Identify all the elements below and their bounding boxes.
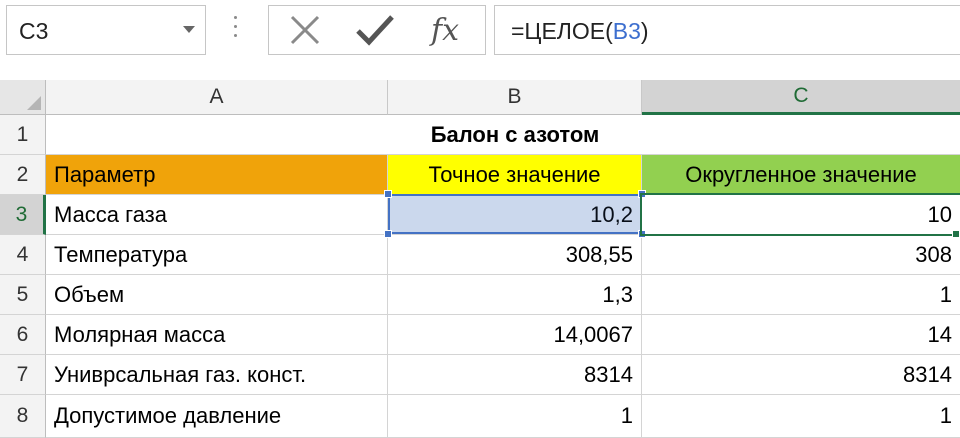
cell-a5[interactable]: Объем [46,275,388,315]
cell-a8[interactable]: Допустимое давление [46,395,388,438]
formula-reference-highlight [388,194,642,234]
cell-c1[interactable] [642,115,960,155]
cell-c8[interactable]: 1 [642,395,960,438]
name-box-value[interactable]: C3 [19,18,48,45]
fill-handle[interactable] [952,230,960,238]
cell-b7[interactable]: 8314 [388,355,642,395]
row-header-2[interactable]: 2 [0,155,46,195]
select-all-button[interactable] [0,80,46,115]
cell-b5[interactable]: 1,3 [388,275,642,315]
select-all-icon [27,96,41,110]
row-header-7[interactable]: 7 [0,355,46,395]
check-icon [356,15,394,46]
drag-handle-icon[interactable] [232,16,238,44]
cell-b2-header[interactable]: Точное значение [388,155,642,195]
cell-c7[interactable]: 8314 [642,355,960,395]
formula-text[interactable]: =ЦЕЛОЕ(B3) [511,18,649,45]
formula-prefix: =ЦЕЛОЕ( [511,18,613,44]
cell-a2-header[interactable]: Параметр [46,155,388,195]
cell-b1-title[interactable]: Балон с азотом [388,115,642,155]
active-cell-border [640,193,960,236]
reference-handle-tl[interactable] [384,190,392,198]
formula-bar: C3 fx =ЦЕЛОЕ(B3) [0,0,960,80]
cell-a1[interactable] [46,115,388,155]
formula-input[interactable]: =ЦЕЛОЕ(B3) [494,5,960,55]
formula-suffix: ) [640,18,649,44]
insert-function-button[interactable]: fx [415,6,475,54]
cell-a3[interactable]: Масса газа [46,195,388,235]
chevron-down-icon[interactable] [183,26,195,33]
column-header-a[interactable]: A [46,80,388,115]
cell-c5[interactable]: 1 [642,275,960,315]
cancel-button[interactable] [275,6,335,54]
function-icon: fx [430,12,460,48]
name-box[interactable]: C3 [6,5,206,55]
row-header-5[interactable]: 5 [0,275,46,315]
cell-c4[interactable]: 308 [642,235,960,275]
enter-button[interactable] [345,6,405,54]
row-header-4[interactable]: 4 [0,235,46,275]
row-header-3[interactable]: 3 [0,195,46,235]
formula-buttons: fx [268,5,486,55]
cell-a6[interactable]: Молярная масса [46,315,388,355]
row-header-8[interactable]: 8 [0,395,46,438]
row-header-6[interactable]: 6 [0,315,46,355]
reference-handle-bl[interactable] [384,230,392,238]
cell-c6[interactable]: 14 [642,315,960,355]
cell-a4[interactable]: Температура [46,235,388,275]
cell-b8[interactable]: 1 [388,395,642,438]
column-header-b[interactable]: B [388,80,642,115]
cell-b4[interactable]: 308,55 [388,235,642,275]
cell-a7[interactable]: Униврсальная газ. конст. [46,355,388,395]
row-header-1[interactable]: 1 [0,115,46,155]
cell-b6[interactable]: 14,0067 [388,315,642,355]
column-header-c[interactable]: C [642,80,960,115]
x-icon [290,15,320,45]
formula-reference: B3 [612,18,641,44]
cell-c2-header[interactable]: Округленное значение [642,155,960,195]
